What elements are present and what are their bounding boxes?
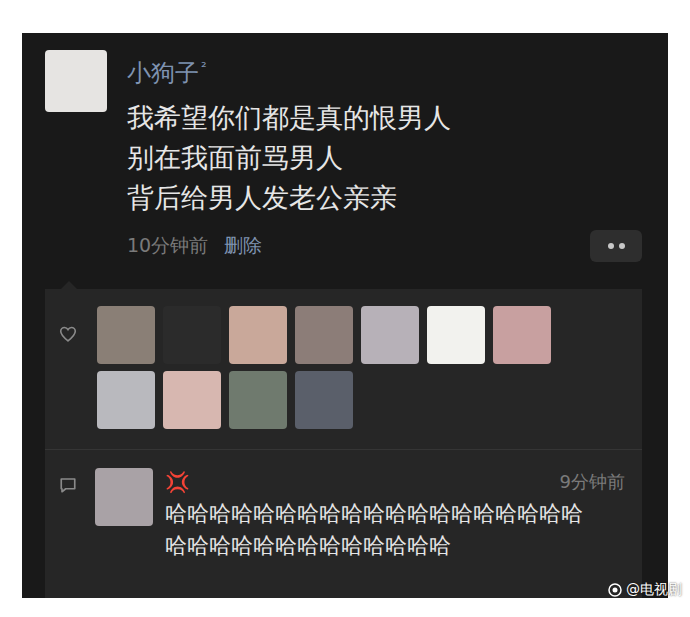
commenter-avatar[interactable] [95, 468, 153, 526]
liker-avatar[interactable] [295, 371, 353, 429]
author-badge: ² [201, 59, 207, 75]
post-row: 小狗子² 我希望你们都是真的恨男人别在我面前骂男人背后给男人发老公亲亲 10分钟前删… [45, 50, 642, 262]
liker-avatar[interactable] [427, 306, 485, 364]
divider [45, 449, 642, 450]
like-row [59, 306, 625, 429]
heart-icon [59, 326, 77, 342]
interaction-panel: 💢 9分钟前哈哈哈哈哈哈哈哈哈哈哈哈哈哈哈哈哈哈哈哈哈哈哈哈哈哈哈哈哈哈哈哈 [45, 289, 642, 598]
post-line: 背后给男人发老公亲亲 [127, 178, 642, 218]
post-time: 10分钟前 [127, 233, 208, 259]
comment-body: 💢 9分钟前哈哈哈哈哈哈哈哈哈哈哈哈哈哈哈哈哈哈哈哈哈哈哈哈哈哈哈哈哈哈哈哈 [165, 468, 625, 562]
post-line: 别在我面前骂男人 [127, 138, 642, 178]
like-icon-col [59, 306, 97, 429]
post-body: 小狗子² 我希望你们都是真的恨男人别在我面前骂男人背后给男人发老公亲亲 10分钟前删… [127, 50, 642, 262]
liker-avatar[interactable] [97, 306, 155, 364]
moment-card: 小狗子² 我希望你们都是真的恨男人别在我面前骂男人背后给男人发老公亲亲 10分钟前删… [22, 33, 668, 598]
more-button[interactable] [590, 230, 642, 262]
comment-text: 哈哈哈哈哈哈哈哈哈哈哈哈哈哈哈哈哈哈哈哈哈哈哈哈哈哈哈哈哈哈哈哈 [165, 498, 590, 562]
dot-icon [608, 243, 614, 249]
commenter-name[interactable]: 💢 [165, 470, 190, 494]
comment-header: 💢 9分钟前 [165, 468, 625, 496]
liker-avatar[interactable] [361, 306, 419, 364]
liker-avatar[interactable] [493, 306, 551, 364]
dot-icon [619, 243, 625, 249]
logo-icon [608, 583, 622, 597]
post-line: 我希望你们都是真的恨男人 [127, 98, 642, 138]
liker-avatar[interactable] [163, 306, 221, 364]
like-grid [97, 306, 557, 429]
liker-avatar[interactable] [97, 371, 155, 429]
delete-link[interactable]: 删除 [224, 233, 262, 259]
author-name[interactable]: 小狗子² [127, 50, 642, 90]
meta-row: 10分钟前删除 [127, 230, 642, 262]
liker-avatar[interactable] [229, 306, 287, 364]
liker-avatar[interactable] [295, 306, 353, 364]
page: 小狗子² 我希望你们都是真的恨男人别在我面前骂男人背后给男人发老公亲亲 10分钟前删… [0, 0, 690, 617]
watermark: @电视剧 [608, 581, 682, 599]
post-text: 我希望你们都是真的恨男人别在我面前骂男人背后给男人发老公亲亲 [127, 98, 642, 218]
liker-avatar[interactable] [163, 371, 221, 429]
liker-avatar[interactable] [229, 371, 287, 429]
comment-row: 💢 9分钟前哈哈哈哈哈哈哈哈哈哈哈哈哈哈哈哈哈哈哈哈哈哈哈哈哈哈哈哈哈哈哈哈 [59, 468, 625, 562]
meta-left: 10分钟前删除 [127, 233, 262, 259]
author-avatar[interactable] [45, 50, 107, 112]
watermark-text: @电视剧 [626, 581, 682, 599]
comment-icon-col [59, 468, 95, 562]
comment-icon [59, 476, 77, 494]
comment-time: 9分钟前 [560, 470, 625, 494]
